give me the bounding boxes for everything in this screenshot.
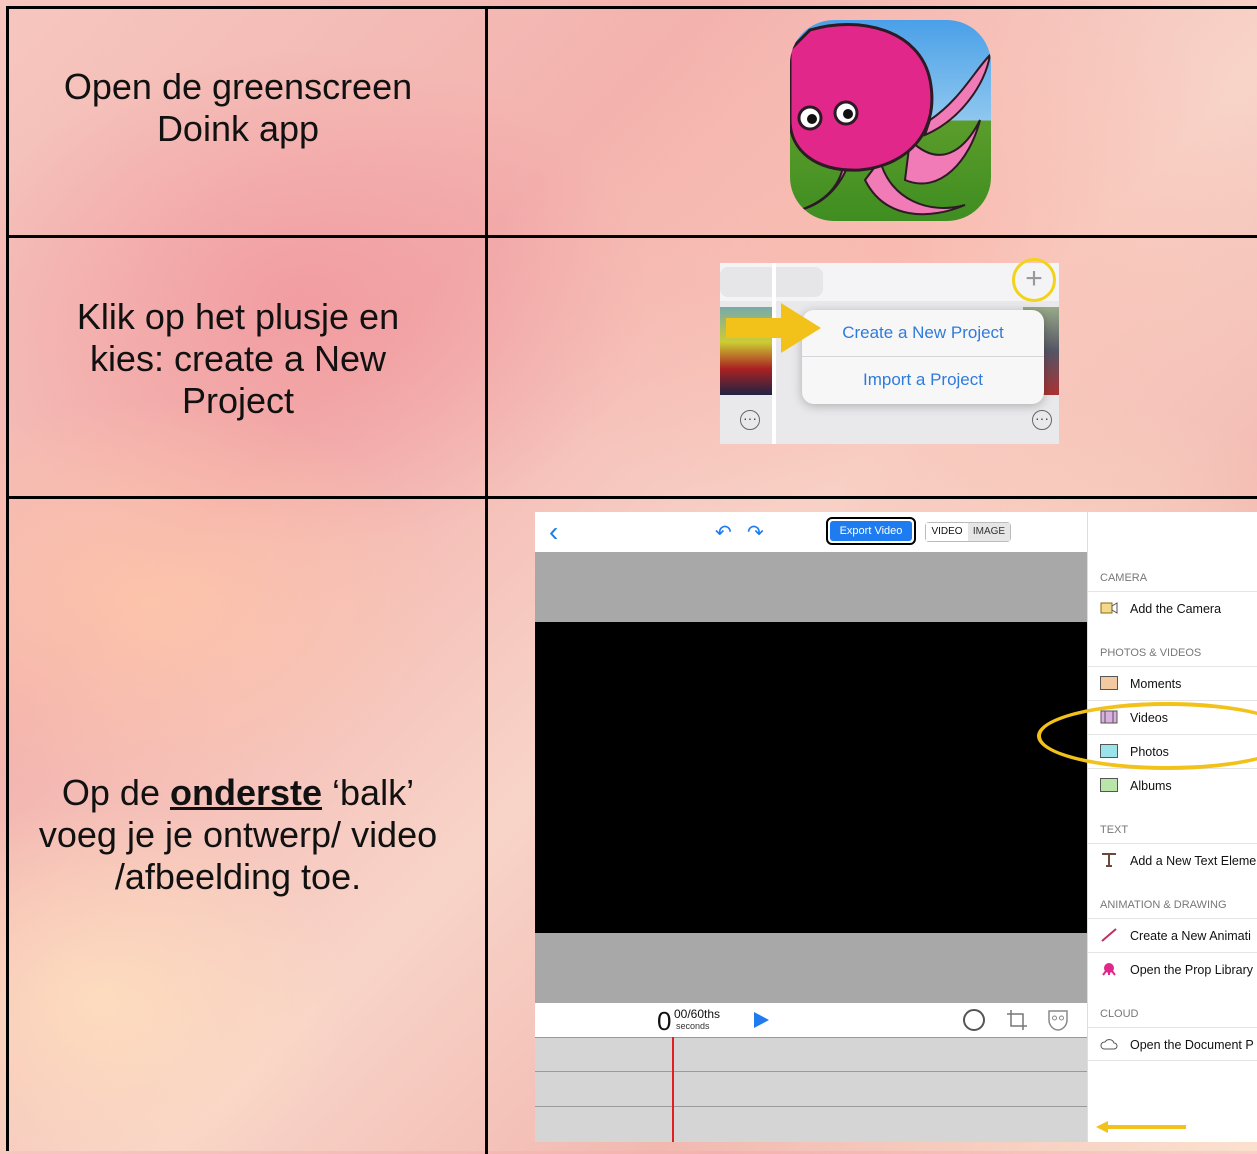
more-symbol: ··· [743,410,757,426]
moments-icon [1100,676,1118,690]
playhead[interactable] [672,1037,674,1142]
animation-section-header: ANIMATION & DRAWING [1100,899,1227,911]
prop-library-label: Open the Prop Library [1130,963,1253,977]
octopus-icon [790,22,991,216]
timeline-track-2[interactable] [535,1071,1087,1106]
stage-canvas[interactable] [535,622,1087,933]
editor-toolbar: ‹ ↶ ↷ Export Video VIDEO IMAGE [535,512,1087,552]
brush-icon [1101,928,1117,942]
new-animation-label: Create a New Animati [1130,929,1251,943]
albums-label: Albums [1130,779,1172,793]
more-icon-right[interactable]: ··· [1032,410,1052,430]
timeline-controls: 0 00/60ths seconds [535,1003,1087,1037]
yellow-arrow-icon [726,303,821,353]
redo-icon[interactable]: ↷ [747,520,764,545]
stage-bottom-margin [535,933,1087,1003]
cloud-icon [1100,1039,1118,1050]
plus-icon[interactable]: + [1012,258,1056,302]
create-new-project-item[interactable]: Create a New Project [802,310,1044,356]
more-symbol: ··· [1035,410,1049,426]
undo-icon[interactable]: ↶ [715,520,732,545]
column-gap [772,263,776,444]
step-1-line-1: Open de greenscreen [63,66,413,107]
document-picker-label: Open the Document P [1130,1038,1254,1052]
row-divider-1 [9,235,1257,238]
step-2-line-2: kies: create a New [89,338,387,379]
add-text-label: Add a New Text Eleme [1130,854,1257,868]
export-video-button[interactable]: Export Video [826,517,916,545]
back-icon[interactable]: ‹ [549,516,558,548]
step-3-text: Op de onderste ‘balk’ voeg je je ontwerp… [0,772,476,898]
cloud-section-header: CLOUD [1100,1008,1139,1020]
row-divider-2 [9,496,1257,499]
stage-top-margin [535,552,1087,622]
yellow-left-arrow-icon [1096,1121,1186,1133]
step-2-text: Klik op het plusje en kies: create a New… [0,296,476,422]
albums-icon [1100,778,1118,792]
timeline-track-3[interactable] [535,1106,1087,1142]
add-element-sidebar: CAMERA Add the Camera PHOTOS & VIDEOS Mo… [1087,512,1257,1142]
camera-section-header: CAMERA [1100,572,1148,584]
step-1-text: Open de greenscreen Doink app [0,66,476,150]
crop-icon[interactable] [1005,1008,1029,1032]
record-icon[interactable] [962,1008,986,1032]
step-3-pre: Op de [61,772,170,813]
import-project-item[interactable]: Import a Project [802,357,1044,403]
octopus-prop-icon [1102,963,1116,976]
new-project-menu: Create a New Project Import a Project [802,310,1044,404]
timeline-track-1[interactable] [535,1037,1087,1072]
moments-label: Moments [1130,677,1182,691]
mask-icon[interactable] [1047,1008,1069,1032]
step-3-line-1: Op de onderste ‘balk’ [0,772,476,814]
step-2-line-3: Project [181,380,295,421]
time-fraction: 00/60ths [674,1007,721,1021]
time-seconds: 0 [657,1006,672,1036]
export-video-label: Export Video [830,521,912,541]
step-3-line-3: /afbeelding toe. [114,856,362,897]
camera-icon [1100,602,1118,614]
photos-section-header: PHOTOS & VIDEOS [1100,647,1202,659]
add-camera-item[interactable]: Add the Camera [1088,591,1257,625]
moments-item[interactable]: Moments [1088,666,1257,700]
step-3-emphasis: onderste [169,772,323,813]
text-section-header: TEXT [1100,824,1129,836]
prop-library-item[interactable]: Open the Prop Library [1088,952,1257,986]
more-icon-left[interactable]: ··· [740,410,760,430]
add-text-item[interactable]: Add a New Text Eleme [1088,843,1257,877]
new-project-screenshot: ··· ··· Create a New Project Import a Pr… [720,263,1059,444]
document-picker-item[interactable]: Open the Document P [1088,1027,1257,1061]
step-1-line-2: Doink app [156,108,320,149]
play-icon[interactable] [752,1011,770,1029]
time-unit: seconds [676,1021,710,1031]
new-animation-item[interactable]: Create a New Animati [1088,918,1257,952]
text-t-icon [1102,853,1116,867]
mode-image-tab[interactable]: IMAGE [968,523,1010,541]
step-3-line-2: voeg je je ontwerp/ video [38,814,438,855]
mode-video-tab[interactable]: VIDEO [926,523,968,541]
albums-item[interactable]: Albums [1088,768,1257,802]
column-divider [485,9,488,1154]
step-2-line-1: Klik op het plusje en [76,296,400,337]
add-camera-label: Add the Camera [1130,602,1222,616]
step-3-post: ‘balk’ [322,772,415,813]
mode-segmented-control: VIDEO IMAGE [925,522,1011,542]
doink-app-icon[interactable] [790,20,991,221]
plus-symbol: + [1025,262,1043,295]
doink-editor-screenshot: ‹ ↶ ↷ Export Video VIDEO IMAGE 0 00/60th… [535,512,1257,1142]
